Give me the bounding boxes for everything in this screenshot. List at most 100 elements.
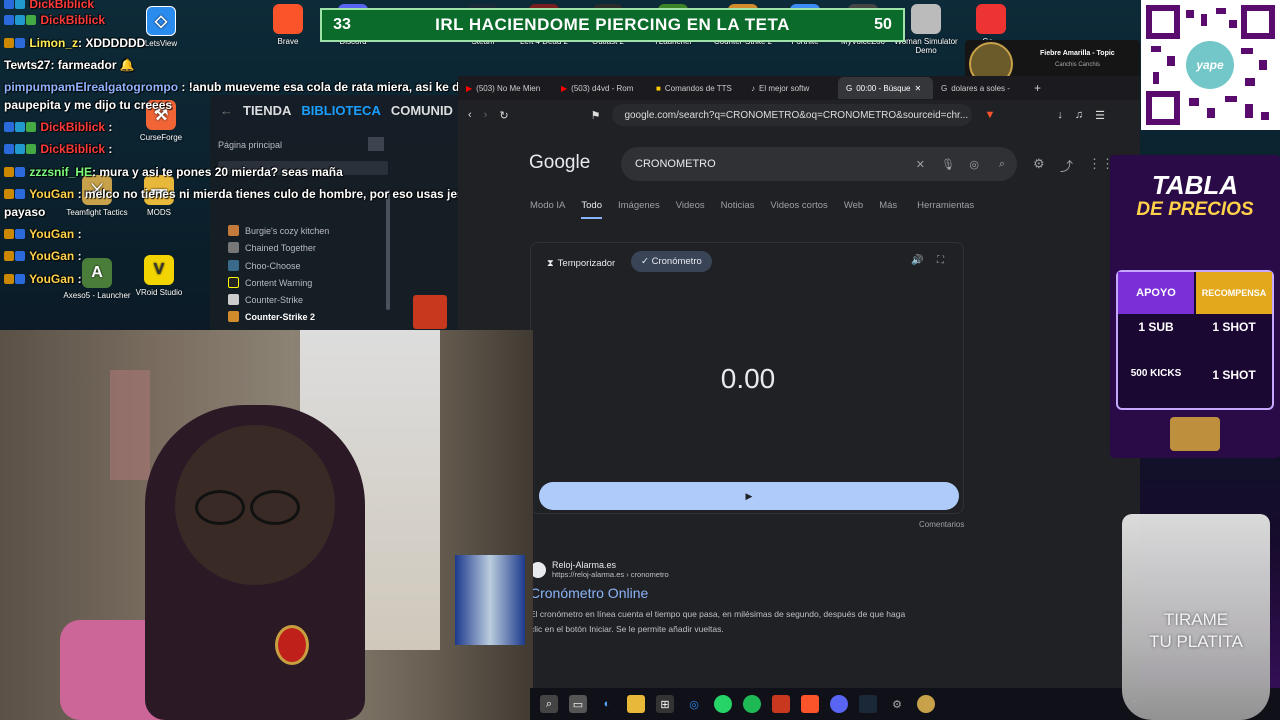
task-view-icon[interactable]: ▭ — [569, 695, 587, 713]
result-url[interactable]: https://reloj-alarma.es › cronometro — [552, 570, 669, 579]
tip-jar-line2: TU PLATITA — [1149, 632, 1243, 651]
sound-icon[interactable]: 🔊 — [911, 255, 923, 266]
download-icon[interactable]: ↓ — [1057, 109, 1063, 121]
badge-icon — [4, 251, 14, 261]
price-row-left: 1 SUB — [1138, 320, 1174, 334]
play-icon: ▶ — [745, 490, 753, 501]
browser-toolbar: ‹ › ↻ ⚑ google.com/search?q=CRONOMETRO&o… — [458, 100, 1140, 130]
tip-jar-glass: TIRAME TU PLATITA — [1122, 514, 1270, 720]
search-result: Reloj-Alarma.es https://reloj-alarma.es … — [530, 560, 980, 637]
price-row-left: 500 KICKS — [1130, 368, 1182, 379]
browser-tab[interactable]: ♪ El mejor softw — [743, 84, 838, 93]
settings-icon[interactable]: ⚙ — [1033, 156, 1045, 172]
browser-icon[interactable]: ◎ — [685, 695, 703, 713]
badge-icon — [4, 0, 14, 9]
back-icon[interactable]: ‹ — [468, 109, 472, 121]
price-row-right: 1 SHOT — [1212, 320, 1256, 334]
new-tab-icon[interactable]: + — [1034, 81, 1041, 95]
discord-taskbar-icon[interactable] — [830, 695, 848, 713]
brave-taskbar-icon[interactable] — [801, 695, 819, 713]
steam-game-item-selected[interactable]: Counter-Strike 2 — [228, 311, 315, 322]
glasses-left — [195, 490, 245, 525]
nav-more[interactable]: Más — [879, 200, 897, 219]
brave-shield-icon[interactable]: ▼ — [984, 109, 995, 121]
game-icon — [228, 311, 239, 322]
chat-message: DickBiblick — [4, 12, 105, 28]
badge-icon — [15, 122, 25, 132]
chat-message: YouGan : — [4, 271, 82, 287]
browser-tab[interactable]: ▶ (503) No Me Mien — [458, 84, 553, 93]
settings-taskbar-icon[interactable]: ⚙ — [888, 695, 906, 713]
tip-jar-line1: TIRAME — [1163, 610, 1229, 629]
chat-message: YouGan : — [4, 248, 82, 264]
edge-icon[interactable]: ◐ — [598, 695, 616, 713]
dota-icon[interactable] — [413, 295, 447, 329]
chat-message: DickBiblick — [4, 0, 94, 12]
nav-tools[interactable]: Herramientas — [917, 200, 974, 219]
browser-tab-active[interactable]: G 00:00 - Búsque ✕ — [838, 77, 933, 99]
close-tab-icon[interactable]: ✕ — [915, 84, 922, 93]
nav-short-videos[interactable]: Videos cortos — [770, 200, 827, 219]
menu-icon[interactable]: ☰ — [1095, 109, 1105, 122]
stream-chat: DickBiblick DickBiblick Limon_z: XDDDDDD… — [0, 0, 488, 300]
yape-qr-code: yape — [1141, 0, 1280, 130]
whatsapp-icon[interactable] — [714, 695, 732, 713]
badge-icon — [26, 144, 36, 154]
search-icon[interactable]: ⌕ — [999, 158, 1005, 171]
stopwatch-widget: ⧗ Temporizador ✓ Cronómetro 🔊 ⛶ 0.00 ▶ — [530, 242, 964, 514]
lens-icon[interactable]: ◎ — [969, 158, 979, 171]
nav-web[interactable]: Web — [844, 200, 863, 219]
mic-icon[interactable]: 🎙 — [941, 158, 955, 171]
timer-tab[interactable]: ⧗ Temporizador — [541, 253, 621, 274]
browser-tab[interactable]: ■ Comandos de TTS — [648, 84, 743, 93]
nav-news[interactable]: Noticias — [721, 200, 755, 219]
nav-images[interactable]: Imágenes — [618, 200, 660, 219]
badge-icon — [4, 15, 14, 25]
badge-icon — [4, 274, 14, 284]
chat-message: Limon_z: XDDDDDD — [4, 35, 145, 51]
result-title[interactable]: Cronómetro Online — [530, 585, 980, 601]
badge-icon — [26, 122, 36, 132]
app-taskbar-icon[interactable] — [917, 695, 935, 713]
browser-tab[interactable]: Gdolares a soles - — [933, 84, 1028, 93]
media-icon[interactable]: ♫ — [1075, 109, 1083, 121]
badge-icon — [4, 189, 14, 199]
search-icon[interactable]: ⌕ — [540, 695, 558, 713]
search-input[interactable]: CRONOMETRO ✕ 🎙 ◎ ⌕ — [621, 147, 1017, 181]
badge-icon — [26, 15, 36, 25]
stopwatch-tab[interactable]: ✓ Cronómetro — [631, 251, 712, 272]
nav-videos[interactable]: Videos — [676, 200, 705, 219]
reload-icon[interactable]: ↻ — [499, 109, 508, 122]
price-title-2: DE PRECIOS — [1136, 199, 1254, 220]
stopwatch-time: 0.00 — [720, 363, 776, 394]
nav-ai-mode[interactable]: Modo IA — [530, 200, 565, 219]
nav-all[interactable]: Todo — [581, 200, 602, 219]
steam-taskbar-icon[interactable] — [859, 695, 877, 713]
google-results-page: Google CRONOMETRO ✕ 🎙 ◎ ⌕ ⚙ ⤴ ⋮⋮ Modo IA… — [458, 130, 1140, 688]
fullscreen-icon[interactable]: ⛶ — [937, 255, 944, 266]
chat-message: pimpumpamElrealgatogrompo : !anub muevem… — [4, 80, 483, 94]
browser-tab[interactable]: ▶ (503) d4vd - Rom — [553, 84, 648, 93]
forward-icon[interactable]: › — [484, 109, 488, 121]
badge-icon — [15, 144, 25, 154]
share-icon[interactable]: ⤴ — [1060, 156, 1073, 175]
chat-message: zzzsnif_HE: mura y asi te pones 20 mierd… — [4, 164, 343, 180]
badge-icon — [15, 38, 25, 48]
price-table: TABLA DE PRECIOS APOYO RECOMPENSA 1 SUB … — [1110, 155, 1280, 458]
result-snippet: El cronómetro en línea cuenta el tiempo … — [530, 609, 906, 634]
google-logo[interactable]: Google — [529, 152, 590, 174]
yape-logo: yape — [1196, 58, 1224, 72]
audio-icon: ♪ — [751, 83, 755, 93]
clear-icon[interactable]: ✕ — [916, 158, 925, 171]
spotify-icon[interactable] — [743, 695, 761, 713]
song-title: Fiebre Amarilla - Topic — [1040, 50, 1115, 57]
price-head-left: APOYO — [1118, 272, 1194, 314]
start-button[interactable]: ▶ — [539, 482, 959, 510]
dota-taskbar-icon[interactable] — [772, 695, 790, 713]
folder-icon[interactable] — [627, 695, 645, 713]
store-icon[interactable]: ⊞ — [656, 695, 674, 713]
bookmark-icon[interactable]: ⚑ — [591, 109, 601, 122]
shot-glasses-icon — [1170, 417, 1220, 451]
feedback-link[interactable]: Comentarios — [919, 520, 964, 529]
address-bar[interactable]: google.com/search?q=CRONOMETRO&oq=CRONOM… — [612, 104, 973, 126]
